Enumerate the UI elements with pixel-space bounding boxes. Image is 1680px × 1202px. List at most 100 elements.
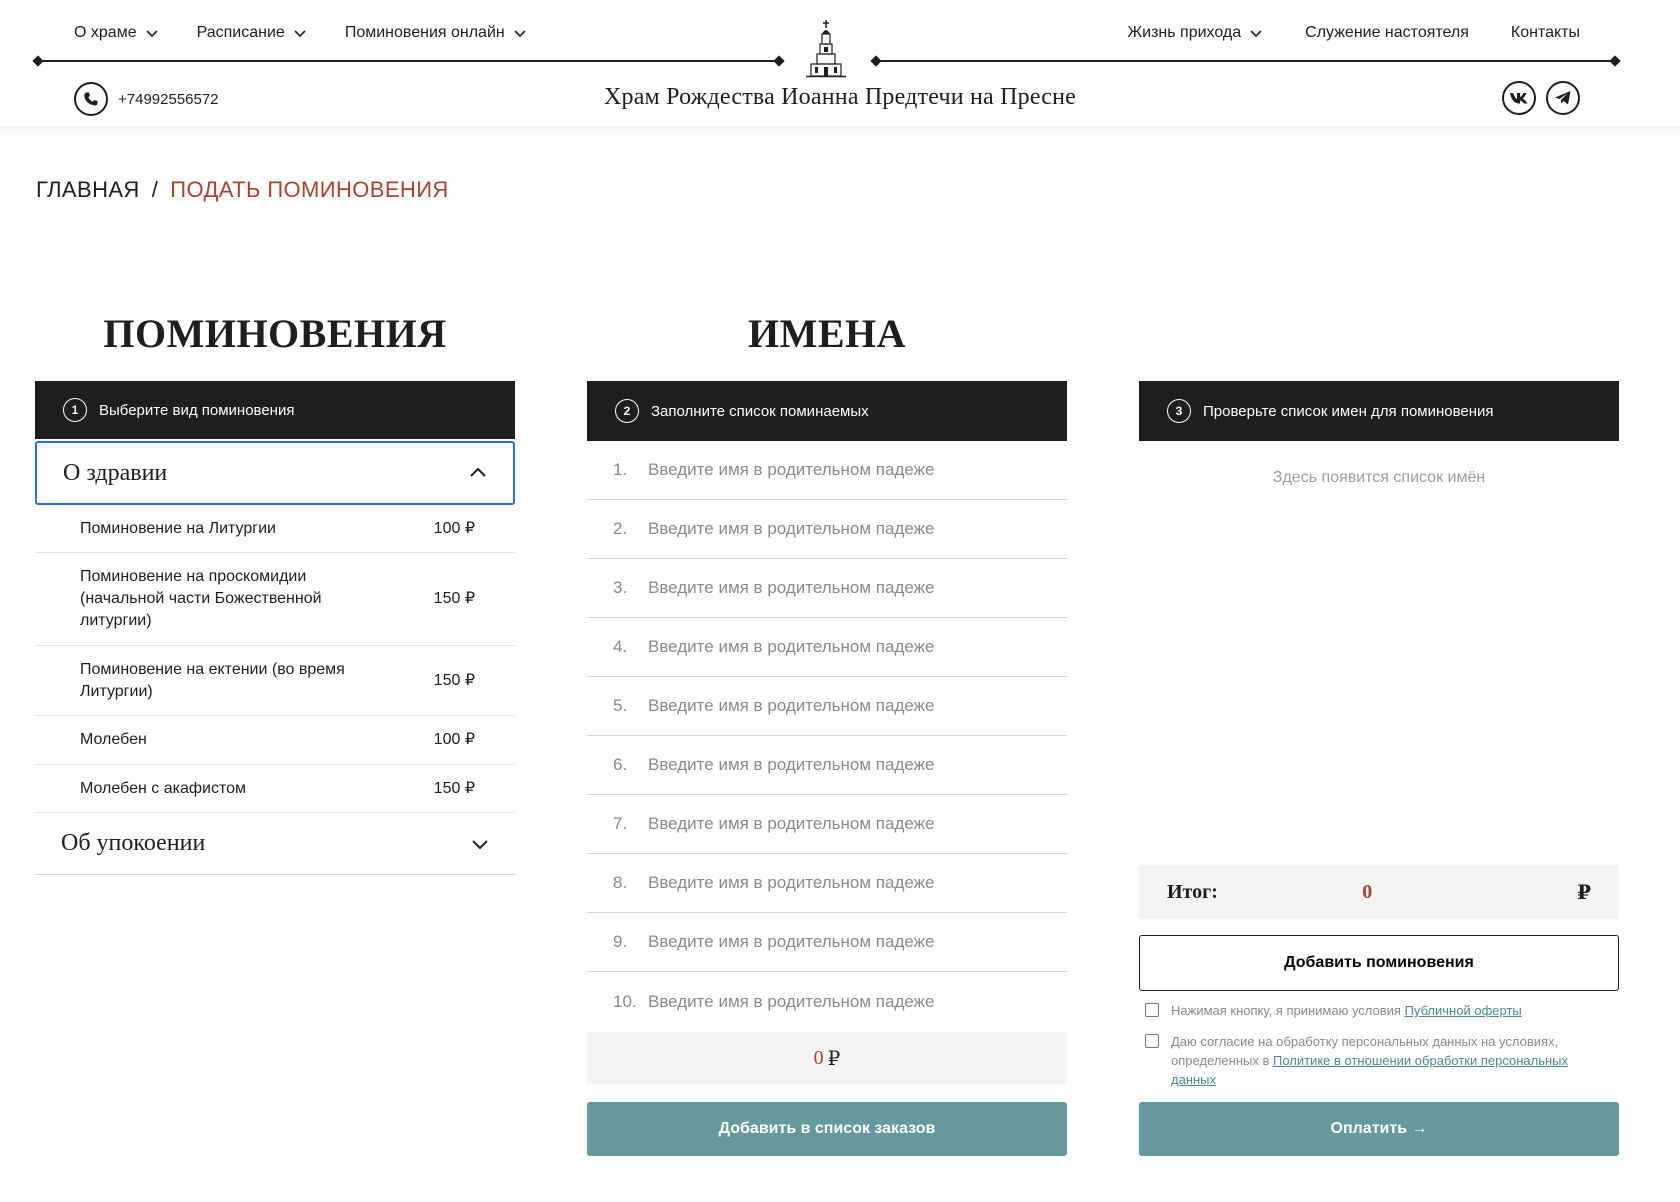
nav-item-rector[interactable]: Служение настоятеля	[1305, 24, 1469, 42]
name-row: 7.	[587, 795, 1067, 854]
service-name: Молебен с акафистом	[80, 779, 247, 797]
nav-right: Жизнь прихода Служение настоятеля Контак…	[1127, 24, 1580, 42]
offer-checkbox[interactable]	[1145, 1003, 1159, 1017]
header-shadow	[0, 126, 1680, 140]
chevron-down-icon	[514, 30, 526, 38]
chevron-up-icon	[470, 467, 486, 477]
accordion-title: Об упокоении	[61, 830, 206, 856]
name-input[interactable]	[648, 519, 1028, 539]
social-links	[1502, 81, 1580, 115]
step-number: 3	[1167, 399, 1191, 423]
names-empty-note: Здесь появится список имён	[1272, 469, 1486, 486]
name-row: 6.	[587, 736, 1067, 795]
name-input[interactable]	[648, 991, 1028, 1012]
privacy-checkbox[interactable]	[1145, 1034, 1159, 1048]
nav-item-label: Жизнь прихода	[1127, 24, 1242, 41]
service-list: Поминовение на Литургии 100 ₽ Поминовени…	[35, 505, 515, 813]
public-offer-link[interactable]: Публичной оферты	[1405, 1003, 1522, 1018]
nav-item-label: Расписание	[196, 24, 285, 41]
name-input[interactable]	[648, 460, 1028, 480]
service-item[interactable]: Молебен с акафистом 150 ₽	[35, 765, 515, 813]
service-item[interactable]: Поминовение на проскомидии (начальной ча…	[35, 553, 515, 646]
step-1-bar: 1 Выберите вид поминовения	[35, 381, 515, 439]
nav-item-label: О храме	[74, 24, 137, 41]
sum-value: 0	[813, 1046, 824, 1069]
name-input[interactable]	[648, 578, 1028, 598]
breadcrumb-home[interactable]: ГЛАВНАЯ	[36, 177, 140, 203]
row-number: 8.	[613, 873, 628, 892]
divider-ornament	[870, 55, 882, 67]
step-number: 1	[63, 398, 87, 422]
step-2-bar: 2 Заполните список поминаемых	[587, 381, 1067, 441]
chevron-down-icon	[1250, 30, 1262, 38]
step-label: Заполните список поминаемых	[651, 402, 869, 420]
service-name: Поминовение на Литургии	[80, 519, 276, 537]
name-row: 1.	[587, 441, 1067, 500]
chevron-down-icon	[294, 30, 306, 38]
chevron-down-icon	[146, 30, 158, 38]
vk-icon[interactable]	[1502, 81, 1536, 115]
name-input[interactable]	[648, 814, 1028, 834]
name-input[interactable]	[648, 932, 1028, 952]
name-row: 2.	[587, 500, 1067, 559]
step-3-bar: 3 Проверьте список имен для поминовения	[1139, 381, 1619, 441]
name-input[interactable]	[648, 637, 1028, 657]
header-divider-right	[876, 60, 1616, 62]
commemorations-heading: ПОМИНОВЕНИЯ	[103, 311, 447, 356]
add-to-orders-button[interactable]: Добавить в список заказов	[587, 1102, 1067, 1156]
service-price: 100 ₽	[433, 731, 475, 748]
divider-ornament	[32, 55, 44, 67]
names-sum: 0 ₽	[587, 1032, 1067, 1084]
accordion-repose[interactable]: Об упокоении	[35, 813, 515, 875]
service-item[interactable]: Поминовение на ектении (во время Литурги…	[35, 646, 515, 716]
divider-ornament	[773, 55, 785, 67]
step-label: Проверьте список имен для поминовения	[1203, 402, 1494, 420]
nav-item-schedule[interactable]: Расписание	[197, 24, 307, 42]
row-number: 4.	[613, 637, 628, 656]
privacy-consent: Даю согласие на обработку персональных д…	[1145, 1032, 1615, 1089]
service-name: Поминовение на проскомидии (начальной ча…	[80, 568, 322, 629]
row-number: 9.	[613, 932, 628, 951]
names-heading: ИМЕНА	[747, 311, 907, 356]
nav-left: О храме Расписание Поминовения онлайн	[74, 24, 527, 42]
divider-ornament	[1609, 55, 1621, 67]
offer-consent-text: Нажимая кнопку, я принимаю условия Публи…	[1171, 1001, 1522, 1020]
service-name: Поминовение на ектении (во время Литурги…	[80, 660, 345, 700]
nav-item-commemorations[interactable]: Поминовения онлайн	[345, 24, 527, 42]
name-row: 9.	[587, 913, 1067, 972]
step-number: 2	[615, 399, 639, 423]
name-input[interactable]	[648, 696, 1028, 716]
accordion-title: О здравии	[63, 459, 168, 486]
service-price: 150 ₽	[433, 671, 475, 689]
total-currency: ₽	[1577, 881, 1591, 904]
church-logo[interactable]	[806, 20, 846, 78]
nav-item-parish-life[interactable]: Жизнь прихода	[1127, 24, 1263, 42]
nav-item-about[interactable]: О храме	[74, 24, 159, 42]
nav-item-label: Контакты	[1510, 24, 1580, 41]
service-price: 150 ₽	[433, 590, 475, 607]
offer-consent: Нажимая кнопку, я принимаю условия Публи…	[1145, 1001, 1615, 1020]
offer-text: Нажимая кнопку, я принимаю условия	[1171, 1003, 1405, 1018]
name-input[interactable]	[648, 873, 1028, 893]
telegram-icon[interactable]	[1546, 81, 1580, 115]
header-divider-left	[38, 60, 780, 62]
total-box: Итог: 0 ₽	[1139, 865, 1619, 919]
site-title[interactable]: Храм Рождества Иоанна Предтечи на Пресне	[0, 84, 1680, 111]
privacy-consent-text: Даю согласие на обработку персональных д…	[1171, 1032, 1615, 1089]
nav-item-label: Служение настоятеля	[1305, 24, 1469, 41]
accordion-health[interactable]: О здравии	[35, 441, 515, 505]
row-number: 7.	[613, 814, 628, 833]
sum-currency: ₽	[827, 1047, 841, 1070]
name-row: 8.	[587, 854, 1067, 913]
step-label: Выберите вид поминовения	[99, 401, 295, 419]
add-commemorations-button[interactable]: Добавить поминовения	[1139, 935, 1619, 991]
service-item[interactable]: Поминовение на Литургии 100 ₽	[35, 505, 515, 553]
breadcrumb: ГЛАВНАЯ / ПОДАТЬ ПОМИНОВЕНИЯ	[36, 177, 449, 203]
row-number: 2.	[613, 519, 628, 538]
service-item[interactable]: Молебен 100 ₽	[35, 716, 515, 765]
pay-button[interactable]: Оплатить →	[1139, 1102, 1619, 1156]
names-list: 1. 2. 3. 4. 5. 6. 7. 8. 9. 10.	[587, 441, 1067, 1031]
nav-item-contacts[interactable]: Контакты	[1511, 24, 1580, 42]
name-input[interactable]	[648, 755, 1028, 775]
row-number: 3.	[613, 578, 628, 597]
